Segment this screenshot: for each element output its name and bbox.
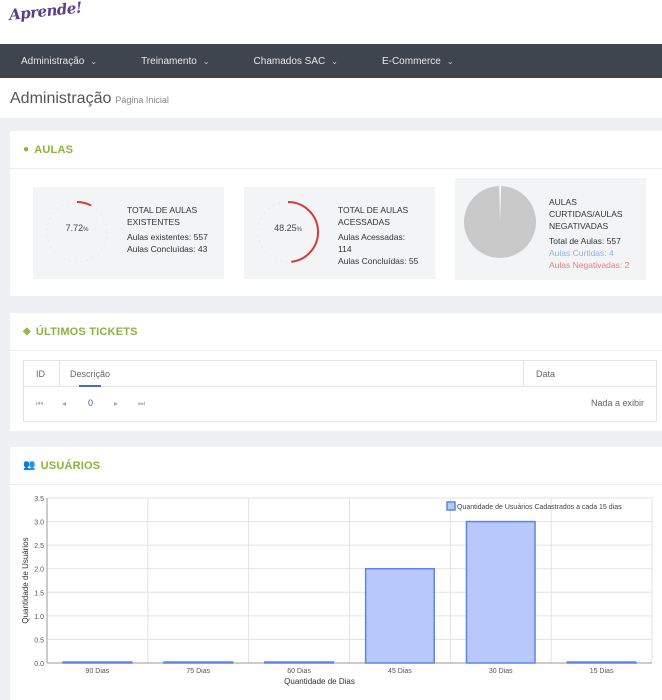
usuarios-bar-chart: 0.0 0.5 1.0 1.5 2.0 2.5 3.0 3.5 90 Dias 75 Dias 60… bbox=[21, 496, 653, 686]
table-header-row: ID Descrição Data bbox=[24, 361, 656, 387]
column-header-data[interactable]: Data bbox=[536, 369, 555, 379]
chevron-down-icon: ⌄ bbox=[202, 56, 210, 66]
nav-item-label: E-Commerce bbox=[381, 55, 441, 67]
stat-title-line: EXISTENTES bbox=[127, 217, 180, 227]
usuarios-panel-title: 👥 USUÁRIOS bbox=[10, 447, 662, 485]
bar bbox=[163, 661, 234, 664]
page-header: Administração Página Inicial bbox=[0, 78, 662, 118]
current-page[interactable]: 0 bbox=[88, 398, 93, 408]
table-pager: ⏮ ◂ 0 ▸ ⏭ Nada a exibir bbox=[24, 387, 656, 421]
stat-title-line: ACESSADAS bbox=[338, 217, 390, 227]
nav-item-administracao[interactable]: Administração ⌄ bbox=[12, 56, 106, 67]
circle-play-icon: ● bbox=[23, 144, 30, 155]
page-title: Administração bbox=[10, 90, 112, 107]
column-header-descricao[interactable]: Descrição bbox=[70, 369, 110, 379]
stat-card-aulas-acessadas: 48.25% TOTAL DE AULAS ACESSADAS Aulas Ac… bbox=[244, 187, 435, 279]
stat-title-line: NEGATIVADAS bbox=[549, 221, 609, 231]
stat-title-line: TOTAL DE AULAS bbox=[127, 205, 198, 215]
legend-swatch bbox=[446, 501, 456, 511]
x-tick-label: 45 Dias bbox=[388, 668, 412, 675]
gauge-value: 7.72% bbox=[65, 223, 89, 233]
y-tick-label: 1.5 bbox=[34, 590, 44, 597]
main-navbar: Administração ⌄ Treinamento ⌄ Chamados S… bbox=[0, 44, 662, 78]
tickets-panel: ◈ ÚLTIMOS TICKETS ID Descrição Data ⏮ ◂ … bbox=[10, 313, 662, 431]
x-tick-label: 60 Dias bbox=[287, 668, 311, 675]
bar bbox=[264, 661, 335, 664]
chevron-down-icon: ⌄ bbox=[331, 56, 338, 66]
nav-item-treinamento[interactable]: Treinamento ⌄ bbox=[132, 56, 218, 67]
nav-item-e-commerce[interactable]: E-Commerce ⌄ bbox=[373, 56, 463, 67]
stat-text: TOTAL DE AULAS ACESSADAS Aulas Acessadas… bbox=[338, 204, 433, 267]
stat-line: Aulas Curtidas: 4 bbox=[549, 248, 614, 258]
stat-card-aulas-existentes: 7.72% TOTAL DE AULAS EXISTENTES Aulas ex… bbox=[33, 187, 224, 279]
bar bbox=[566, 661, 637, 664]
nav-item-chamados-sac[interactable]: Chamados SAC ⌄ bbox=[245, 56, 347, 67]
stat-line: Aulas existentes: 557 bbox=[127, 232, 208, 242]
y-tick-label: 1.0 bbox=[34, 614, 44, 621]
x-tick-label: 90 Dias bbox=[86, 668, 110, 675]
prev-page-icon[interactable]: ◂ bbox=[62, 399, 66, 408]
stat-title-line: CURTIDAS/AULAS bbox=[549, 209, 623, 219]
page-subtitle: Página Inicial bbox=[115, 95, 169, 105]
pie-curtidas-negativadas bbox=[464, 186, 536, 258]
y-tick-label: 2.5 bbox=[34, 543, 44, 550]
y-tick-label: 0.0 bbox=[34, 661, 44, 668]
y-axis-label: Quantidade de Usuários bbox=[21, 537, 30, 623]
x-tick-label: 75 Dias bbox=[186, 668, 210, 675]
next-page-icon[interactable]: ▸ bbox=[114, 399, 118, 408]
empty-message: Nada a exibir bbox=[590, 398, 644, 408]
x-tick-label: 30 Dias bbox=[489, 668, 513, 675]
ticket-icon: ◈ bbox=[23, 326, 31, 337]
stat-title-line: AULAS bbox=[549, 197, 577, 207]
stat-line: 114 bbox=[338, 244, 352, 254]
nav-item-label: Administração bbox=[21, 55, 85, 67]
bar bbox=[62, 661, 133, 664]
first-page-icon[interactable]: ⏮ bbox=[36, 399, 43, 409]
column-header-id[interactable]: ID bbox=[36, 369, 45, 379]
legend-label: Quantidade de Usuários Cadastrados a cad… bbox=[457, 504, 622, 511]
stat-text: TOTAL DE AULAS EXISTENTES Aulas existent… bbox=[127, 204, 222, 255]
stat-line: Aulas Concluídas: 55 bbox=[338, 256, 419, 266]
tickets-title-text: ÚLTIMOS TICKETS bbox=[35, 325, 138, 338]
bar bbox=[465, 520, 536, 664]
usuarios-panel: 👥 USUÁRIOS 0.0 0.5 1.0 1.5 2.0 2.5 3.0 3.5 90 Di… bbox=[10, 447, 662, 700]
y-tick-label: 3.0 bbox=[34, 520, 44, 527]
stat-line: Aulas Acessadas: bbox=[338, 232, 406, 242]
stat-card-curtidas-negativadas: AULAS CURTIDAS/AULAS NEGATIVADAS Total d… bbox=[455, 178, 646, 280]
y-tick-label: 3.5 bbox=[34, 496, 44, 503]
stat-text: AULAS CURTIDAS/AULAS NEGATIVADAS Total d… bbox=[549, 196, 644, 271]
bar bbox=[364, 567, 435, 664]
usuarios-title-text: USUÁRIOS bbox=[40, 459, 101, 472]
aulas-panel-title: ● AULAS bbox=[10, 131, 662, 169]
stat-line: Aulas Concluídas: 43 bbox=[127, 244, 208, 254]
stat-line: Aulas Negativadas: 2 bbox=[549, 260, 630, 270]
gauge-arc bbox=[76, 201, 92, 207]
users-icon: 👥 bbox=[23, 460, 36, 471]
nav-item-label: Treinamento bbox=[141, 55, 197, 67]
app-logo[interactable]: Aprende! bbox=[8, 0, 83, 24]
x-axis-label: Quantidade de Dias bbox=[284, 677, 355, 686]
nav-item-label: Chamados SAC bbox=[253, 55, 326, 67]
chevron-down-icon: ⌄ bbox=[446, 56, 454, 66]
x-tick-label: 15 Dias bbox=[590, 668, 614, 675]
tickets-table: ID Descrição Data ⏮ ◂ 0 ▸ ⏭ Nada a exibi… bbox=[23, 360, 657, 422]
y-tick-label: 0.5 bbox=[34, 637, 44, 644]
last-page-icon[interactable]: ⏭ bbox=[138, 399, 145, 409]
aulas-title-text: AULAS bbox=[34, 143, 74, 156]
chevron-down-icon: ⌄ bbox=[90, 56, 98, 66]
stat-title-line: TOTAL DE AULAS bbox=[338, 205, 409, 215]
stat-line: Total de Aulas: 557 bbox=[549, 236, 621, 246]
top-bar: Aprende! bbox=[0, 0, 662, 44]
gauge-value: 48.25% bbox=[274, 223, 302, 233]
tickets-panel-title: ◈ ÚLTIMOS TICKETS bbox=[10, 313, 662, 351]
aulas-panel: ● AULAS 7.72% TOTAL DE AULAS EXISTENTES … bbox=[10, 131, 662, 296]
y-tick-label: 2.0 bbox=[34, 567, 44, 574]
